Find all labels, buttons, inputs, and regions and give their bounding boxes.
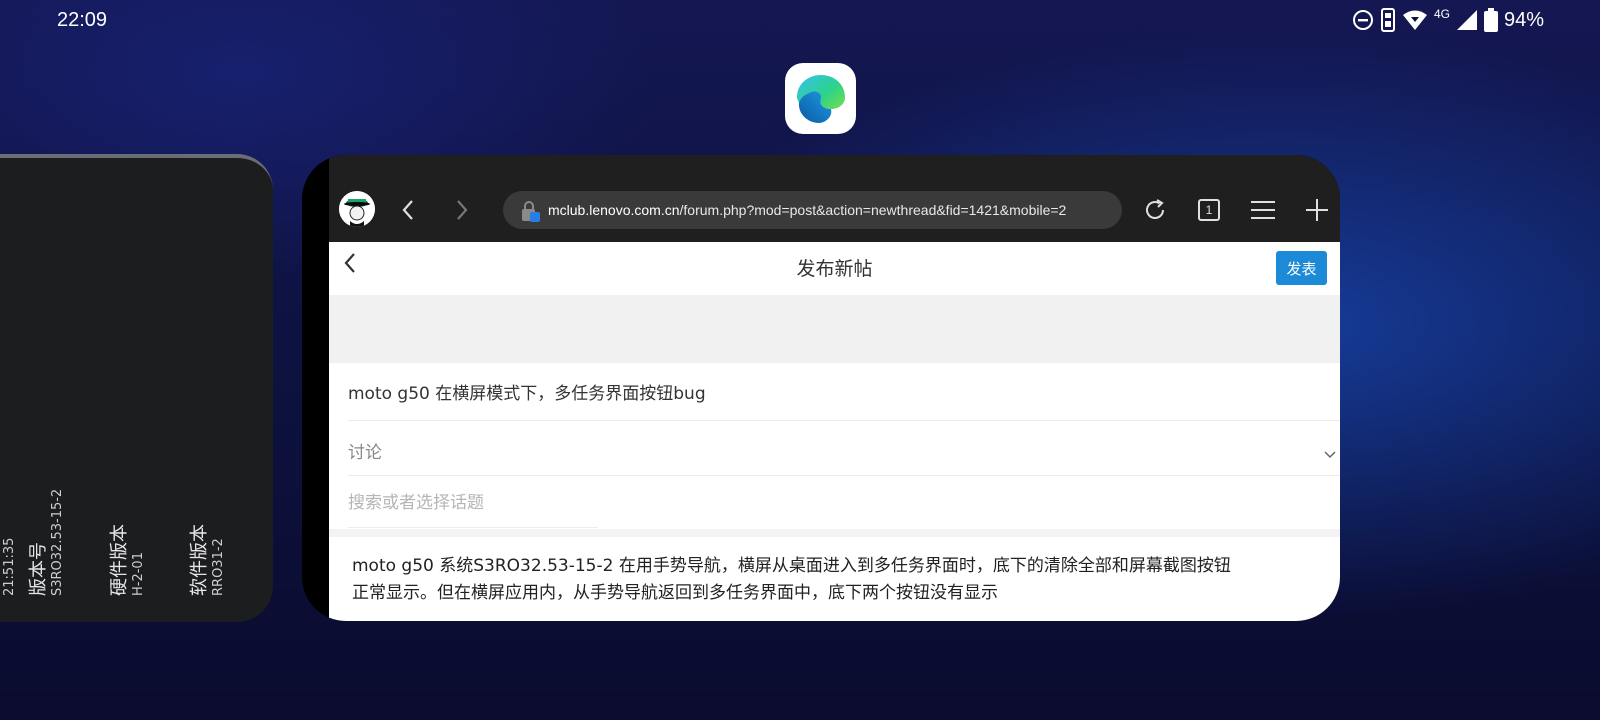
page-header: 发布新帖 发表 (329, 242, 1340, 294)
status-icons: 4G 94% (1352, 7, 1544, 32)
url-domain: mclub.lenovo.com.cn (548, 202, 680, 218)
topic-search-input[interactable]: 搜索或者选择话题 (348, 475, 598, 528)
refresh-icon (1146, 199, 1164, 219)
recent-app-card-browser[interactable]: mclub.lenovo.com.cn/forum.php?mod=post&a… (302, 155, 1340, 621)
battery-level: 94% (1503, 8, 1544, 31)
status-time: 22:09 (57, 9, 108, 31)
category-select[interactable]: 讨论 (348, 420, 1340, 476)
software-version-label: 软件版本 (189, 524, 210, 596)
new-tab-button[interactable] (1302, 195, 1332, 225)
status-bar: 22:09 4G 94% (0, 0, 1600, 44)
hamburger-menu-icon (1251, 201, 1275, 219)
wifi-icon (1402, 9, 1428, 31)
address-bar[interactable]: mclub.lenovo.com.cn/forum.php?mod=post&a… (503, 191, 1122, 229)
profile-avatar[interactable] (339, 191, 375, 227)
subject-field[interactable]: moto g50 在横屏模式下，多任务界面按钮bug (348, 363, 1340, 421)
menu-button[interactable] (1248, 195, 1278, 225)
recent-app-card-settings[interactable]: 21:51:35 版本号 S3RO32.53-15-2 硬件版本 H-2-01 … (0, 154, 273, 622)
hardware-version-item: 硬件版本 H-2-01 (105, 524, 146, 596)
chevron-right-icon (457, 200, 468, 220)
software-version-item: 软件版本 RRO31-2 (185, 524, 226, 596)
plus-icon (1306, 199, 1328, 221)
dnd-icon (1352, 9, 1374, 31)
back-button[interactable] (393, 195, 423, 225)
signal-icon (1456, 9, 1478, 31)
divider (329, 529, 1340, 537)
category-value: 讨论 (348, 443, 382, 463)
vibrate-icon (1380, 8, 1396, 32)
edge-browser-icon[interactable] (785, 63, 856, 134)
build-number-item: 版本号 S3RO32.53-15-2 (24, 489, 65, 596)
page-title: 发布新帖 (796, 258, 873, 280)
refresh-button[interactable] (1140, 195, 1170, 225)
edge-logo-icon (796, 74, 845, 123)
url-path: /forum.php?mod=post&action=newthread&fid… (679, 202, 1067, 218)
subject-text: moto g50 在横屏模式下，多任务界面按钮bug (348, 384, 706, 404)
tabs-button[interactable]: 1 (1194, 195, 1224, 225)
software-version-value: RRO31-2 (211, 538, 226, 596)
upload-area (329, 295, 1340, 363)
web-page: 发布新帖 发表 moto g50 在横屏模式下，多任务界面按钮bug 讨论 搜索… (329, 242, 1340, 621)
network-type: 4G (1433, 7, 1450, 21)
forward-button[interactable] (447, 195, 477, 225)
browser-toolbar: mclub.lenovo.com.cn/forum.php?mod=post&a… (329, 155, 1340, 242)
publish-button[interactable]: 发表 (1276, 251, 1327, 285)
chevron-down-icon (1324, 444, 1336, 463)
body-line-1: moto g50 系统S3RO32.53-15-2 在用手势导航，横屏从桌面进入… (352, 556, 1231, 576)
battery-icon (1483, 8, 1498, 32)
build-number-label: 版本号 (28, 542, 49, 596)
time-partial: 21:51:35 (2, 537, 17, 596)
url-text: mclub.lenovo.com.cn/forum.php?mod=post&a… (548, 202, 1066, 218)
build-number-value: S3RO32.53-15-2 (50, 488, 65, 596)
hardware-version-label: 硬件版本 (109, 524, 130, 596)
site-security-icon[interactable] (521, 200, 541, 226)
body-line-2: 正常显示。但在横屏应用内，从手势导航返回到多任务界面中，底下两个按钮没有显示 (352, 583, 998, 603)
avatar-icon (339, 191, 375, 227)
post-body-textarea[interactable]: moto g50 系统S3RO32.53-15-2 在用手势导航，横屏从桌面进入… (352, 553, 1282, 607)
chevron-left-icon (402, 200, 413, 220)
tab-count: 1 (1205, 203, 1213, 217)
hardware-version-value: H-2-01 (131, 552, 146, 596)
topic-placeholder: 搜索或者选择话题 (348, 493, 484, 513)
